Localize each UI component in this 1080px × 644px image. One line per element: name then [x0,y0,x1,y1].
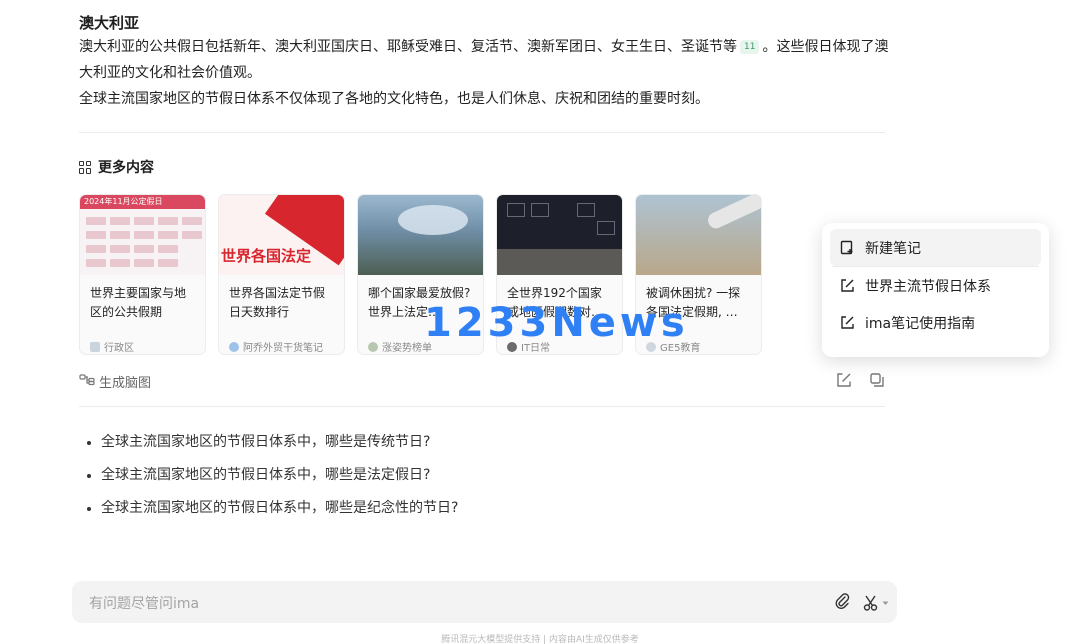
related-card[interactable]: 2024年11月公定假日 世界主要国家与地区的公共假期 行政区 [79,194,206,355]
mindmap-label: 生成脑图 [99,376,152,391]
footer-disclaimer: 腾讯混元大模型提供支持 | 内容由AI生成仅供参考 [441,635,639,644]
generate-mindmap-button[interactable]: 生成脑图 [79,372,151,391]
menu-item-label: 世界主流节假日体系 [865,278,991,295]
suggested-question[interactable]: 全球主流国家地区的节假日体系中，哪些是纪念性的节日? [87,492,458,525]
card-thumbnail: 世界各国法定 [219,195,344,275]
suggested-question[interactable]: 全球主流国家地区的节假日体系中，哪些是传统节日? [87,426,458,459]
card-thumbnail [358,195,483,275]
divider [79,132,885,133]
source-avatar-icon [90,341,100,352]
answer-heading: 澳大利亚 [79,14,140,32]
menu-item-note[interactable]: 世界主流节假日体系 [830,267,1041,304]
menu-item-label: ima笔记使用指南 [865,315,976,332]
answer-paragraph: 澳大利亚的公共假日包括新年、澳大利亚国庆日、耶稣受难日、复活节、澳新军团日、女王… [79,34,889,86]
attachment-icon[interactable] [834,592,850,614]
related-card[interactable]: 世界各国法定 世界各国法定节假日天数排行 阿乔外贸干货笔记 [218,194,345,355]
input-actions [834,592,889,614]
card-source-label: 行政区 [104,343,134,354]
watermark: 1233News [424,300,689,346]
card-source: 行政区 [80,332,205,354]
card-thumbnail: 2024年11月公定假日 [80,195,205,275]
thumb-caption: 世界各国法定 [221,247,312,265]
mindmap-icon [79,373,95,390]
chat-input-placeholder: 有问题尽管问ima [89,596,200,612]
chevron-down-icon [882,601,889,605]
card-thumbnail [497,195,622,275]
card-title: 世界主要国家与地区的公共假期 [90,286,187,319]
suggested-question[interactable]: 全球主流国家地区的节假日体系中，哪些是法定假日? [87,459,458,492]
save-note-icon[interactable] [836,372,852,392]
note-add-icon [840,240,855,255]
suggested-questions: 全球主流国家地区的节假日体系中，哪些是传统节日? 全球主流国家地区的节假日体系中… [87,426,458,525]
menu-item-note[interactable]: ima笔记使用指南 [830,304,1041,341]
citation-badge[interactable]: 11 [740,40,760,54]
thumb-caption: 2024年11月公定假日 [80,195,205,209]
card-title: 世界各国法定节假日天数排行 [229,286,326,319]
chat-input[interactable]: 有问题尽管问ima [72,581,897,623]
edit-note-icon [840,278,855,293]
edit-note-icon [840,315,855,330]
source-avatar-icon [229,341,239,352]
card-source: 阿乔外贸干货笔记 [219,332,344,354]
copy-icon[interactable] [869,372,885,392]
grid-icon [79,160,92,174]
menu-item-new-note[interactable]: 新建笔记 [830,229,1041,266]
answer-tools [836,372,885,392]
card-source-label: 阿乔外贸干货笔记 [243,343,323,354]
divider [79,406,885,407]
menu-item-label: 新建笔记 [865,240,921,257]
card-thumbnail [636,195,761,275]
answer-summary: 全球主流国家地区的节假日体系不仅体现了各地的文化特色，也是人们休息、庆祝和团结的… [79,91,709,107]
save-to-note-menu: 新建笔记 世界主流节假日体系 ima笔记使用指南 [822,223,1049,357]
source-avatar-icon [368,341,378,352]
more-content-header: 更多内容 [79,157,154,177]
answer-para1: 澳大利亚的公共假日包括新年、澳大利亚国庆日、耶稣受难日、复活节、澳新军团日、女王… [79,39,737,55]
more-content-title: 更多内容 [98,160,154,176]
answer-section: 澳大利亚 澳大利亚的公共假日包括新年、澳大利亚国庆日、耶稣受难日、复活节、澳新军… [79,12,889,112]
scissors-icon[interactable] [862,594,889,612]
